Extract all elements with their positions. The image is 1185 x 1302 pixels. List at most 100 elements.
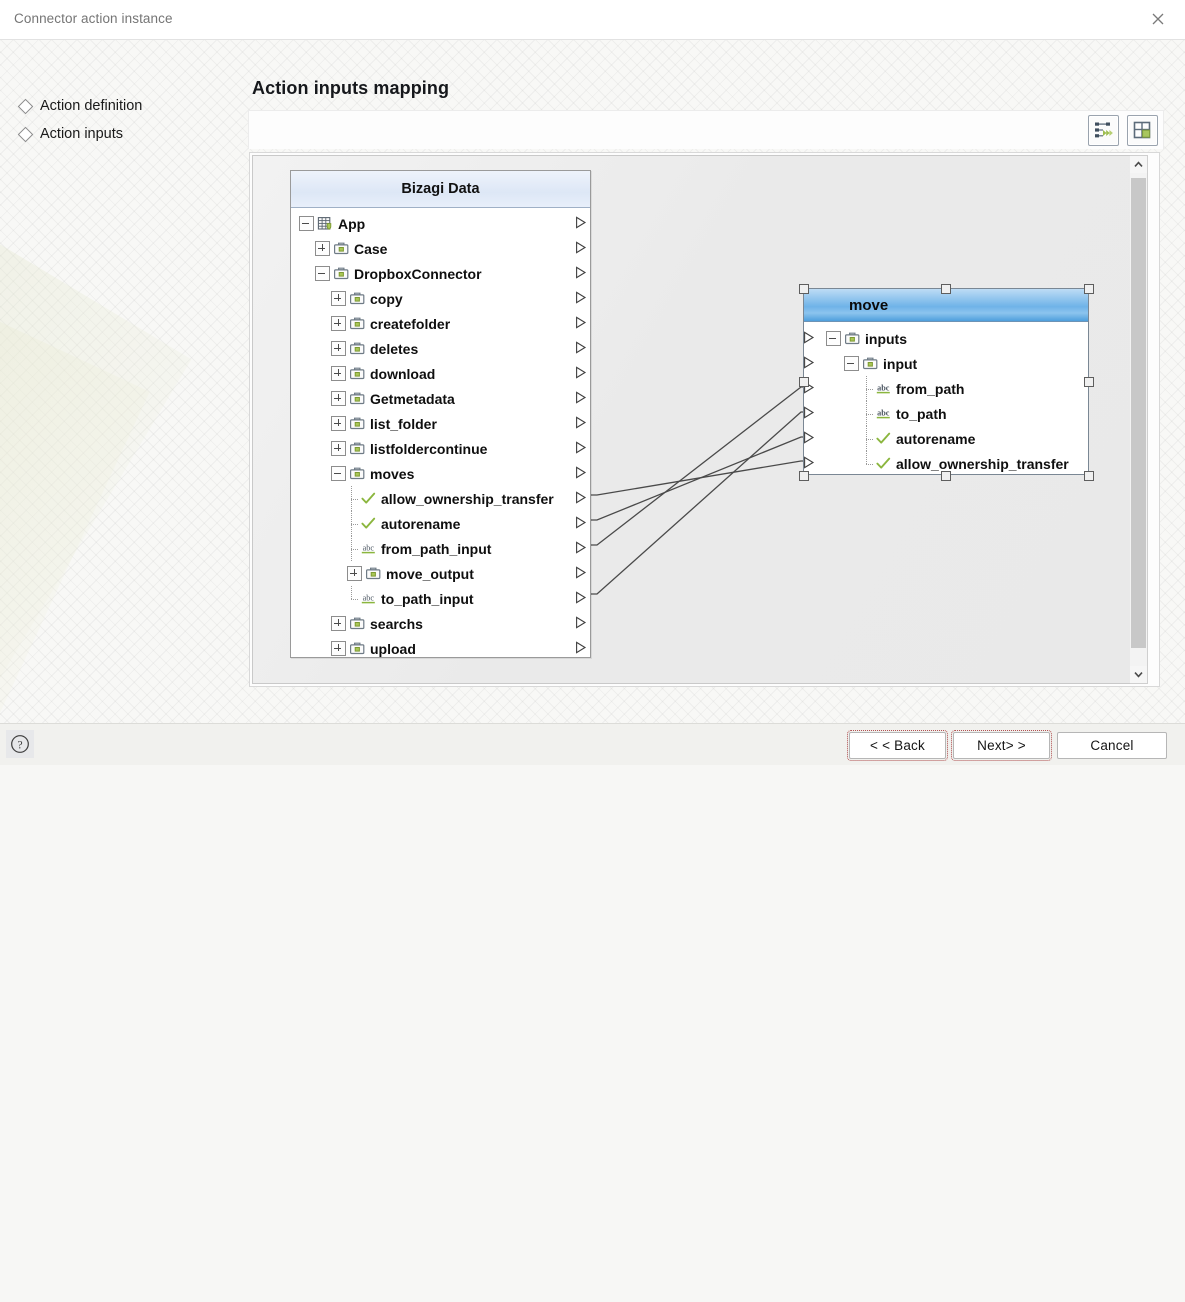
source-output-port[interactable] — [575, 490, 587, 507]
source-output-port[interactable] — [575, 315, 587, 332]
selection-handle-n[interactable] — [941, 284, 951, 294]
source-output-port[interactable] — [575, 465, 587, 482]
source-output-port[interactable] — [575, 440, 587, 457]
expand-icon[interactable] — [315, 241, 330, 256]
target-tree-row[interactable]: autorename — [804, 426, 1088, 451]
collapse-icon[interactable] — [299, 216, 314, 231]
selection-handle-se[interactable] — [1084, 471, 1094, 481]
source-output-port[interactable] — [575, 565, 587, 582]
target-input-port[interactable] — [803, 430, 815, 447]
selection-handle-ne[interactable] — [1084, 284, 1094, 294]
target-tree[interactable]: inputs input abc from_path abc to_path autoren… — [804, 322, 1088, 476]
target-input-port[interactable] — [803, 330, 815, 347]
connection-port-icon — [576, 490, 587, 504]
tree-row[interactable]: Case — [291, 236, 590, 261]
source-output-port[interactable] — [575, 415, 587, 432]
briefcase-icon — [334, 267, 349, 280]
close-button[interactable] — [1131, 0, 1185, 38]
source-output-port[interactable] — [575, 290, 587, 307]
source-output-port[interactable] — [575, 590, 587, 607]
svg-text:?: ? — [17, 739, 22, 751]
expand-icon[interactable] — [331, 366, 346, 381]
selection-handle-e[interactable] — [1084, 377, 1094, 387]
sidebar-item-action-inputs[interactable]: Action inputs — [17, 120, 235, 148]
tree-row[interactable]: autorename — [291, 511, 590, 536]
collapse-icon[interactable] — [331, 466, 346, 481]
target-input-port[interactable] — [803, 405, 815, 422]
selection-handle-s[interactable] — [941, 471, 951, 481]
source-tree[interactable]: App Case DropboxConnector copy createfolder d… — [291, 208, 590, 661]
source-output-port[interactable] — [575, 390, 587, 407]
tree-row[interactable]: deletes — [291, 336, 590, 361]
source-output-port[interactable] — [575, 515, 587, 532]
cancel-button[interactable]: Cancel — [1057, 732, 1167, 759]
tree-row[interactable]: Getmetadata — [291, 386, 590, 411]
expand-icon[interactable] — [331, 316, 346, 331]
next-button[interactable]: Next> > — [951, 730, 1052, 761]
help-button[interactable]: ? — [6, 730, 34, 758]
expand-icon[interactable] — [331, 391, 346, 406]
tree-row[interactable]: listfoldercontinue — [291, 436, 590, 461]
target-tree-row[interactable]: abc from_path — [804, 376, 1088, 401]
connection-port-icon — [576, 390, 587, 404]
selection-handle-sw[interactable] — [799, 471, 809, 481]
expand-icon[interactable] — [331, 441, 346, 456]
tree-row[interactable]: abc from_path_input — [291, 536, 590, 561]
tree-row[interactable]: moves — [291, 461, 590, 486]
selection-handle-nw[interactable] — [799, 284, 809, 294]
tree-node-icon — [349, 316, 366, 331]
target-tree-row[interactable]: input — [804, 351, 1088, 376]
selection-handle-w[interactable] — [799, 377, 809, 387]
source-output-port[interactable] — [575, 265, 587, 282]
target-action-node[interactable]: move inputs input abc from_path abc to_path au… — [803, 288, 1089, 475]
scrollbar-thumb[interactable] — [1131, 178, 1146, 648]
tree-row[interactable]: download — [291, 361, 590, 386]
scroll-down-button[interactable] — [1130, 666, 1147, 683]
expand-icon[interactable] — [331, 416, 346, 431]
target-tree-row[interactable]: abc to_path — [804, 401, 1088, 426]
source-output-port[interactable] — [575, 615, 587, 632]
tree-row[interactable]: abc to_path_input — [291, 586, 590, 611]
expand-icon[interactable] — [331, 291, 346, 306]
sidebar-item-action-definition[interactable]: Action definition — [17, 92, 235, 120]
connection-port-icon — [804, 430, 815, 444]
expand-icon[interactable] — [347, 566, 362, 581]
auto-layout-button[interactable] — [1127, 115, 1158, 146]
tree-row[interactable]: allow_ownership_transfer — [291, 486, 590, 511]
tree-row[interactable]: upload — [291, 636, 590, 661]
collapse-icon[interactable] — [315, 266, 330, 281]
source-output-port[interactable] — [575, 540, 587, 557]
tree-node-icon — [333, 266, 350, 281]
tree-node-label: input — [883, 355, 918, 372]
target-tree-row[interactable]: inputs — [804, 326, 1088, 351]
tree-row[interactable]: list_folder — [291, 411, 590, 436]
expand-icon[interactable] — [331, 641, 346, 656]
tree-row[interactable]: DropboxConnector — [291, 261, 590, 286]
collapse-icon[interactable] — [844, 356, 859, 371]
target-input-port[interactable] — [803, 355, 815, 372]
scroll-up-button[interactable] — [1130, 156, 1147, 173]
tree-node-icon: abc — [875, 406, 892, 421]
canvas-vertical-scrollbar[interactable] — [1130, 155, 1148, 684]
back-button[interactable]: < < Back — [847, 730, 948, 761]
tree-node-icon — [333, 241, 350, 256]
tree-row[interactable]: move_output — [291, 561, 590, 586]
source-output-port[interactable] — [575, 240, 587, 257]
tree-row[interactable]: App — [291, 211, 590, 236]
tree-node-icon — [360, 516, 377, 531]
source-output-port[interactable] — [575, 340, 587, 357]
wizard-step-list: Action definition Action inputs — [17, 92, 235, 148]
expand-icon[interactable] — [331, 616, 346, 631]
tree-row[interactable]: createfolder — [291, 311, 590, 336]
source-output-port[interactable] — [575, 215, 587, 232]
tree-row[interactable]: searchs — [291, 611, 590, 636]
source-output-port[interactable] — [575, 365, 587, 382]
collapse-icon[interactable] — [826, 331, 841, 346]
source-output-port[interactable] — [575, 640, 587, 657]
tree-row[interactable]: copy — [291, 286, 590, 311]
expand-icon[interactable] — [331, 341, 346, 356]
tree-node-icon — [349, 416, 366, 431]
tree-node-label: Case — [354, 240, 388, 257]
target-input-port[interactable] — [803, 455, 815, 472]
auto-connect-button[interactable] — [1088, 115, 1119, 146]
